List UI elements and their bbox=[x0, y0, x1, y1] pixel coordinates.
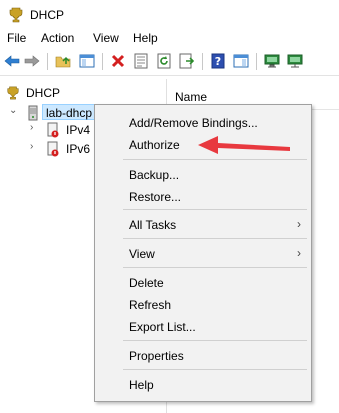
annotation-arrow-icon bbox=[198, 136, 290, 154]
menu-item-export-list[interactable]: Export List... bbox=[95, 317, 311, 337]
chevron-down-icon[interactable]: ⌄ bbox=[9, 105, 17, 116]
menu-separator bbox=[123, 159, 307, 160]
menu-action[interactable]: Action bbox=[41, 31, 74, 45]
ipv6-scope-icon bbox=[47, 141, 59, 157]
menu-separator bbox=[123, 369, 307, 370]
chevron-right-icon: › bbox=[297, 246, 301, 260]
tree-item-dhcp-root[interactable]: DHCP bbox=[0, 84, 160, 102]
menu-item-restore[interactable]: Restore... bbox=[95, 187, 311, 207]
up-folder-icon[interactable] bbox=[55, 53, 71, 69]
forward-arrow-icon[interactable] bbox=[24, 53, 40, 69]
menu-separator bbox=[123, 238, 307, 239]
toolbar: ? bbox=[0, 48, 339, 75]
server-icon bbox=[28, 105, 38, 121]
action-pane-icon[interactable] bbox=[233, 53, 249, 69]
tree-label: DHCP bbox=[26, 86, 61, 100]
menu-separator bbox=[123, 267, 307, 268]
ipv4-scope-icon bbox=[47, 122, 59, 138]
menu-item-delete[interactable]: Delete bbox=[95, 273, 311, 293]
menu-item-add-remove-bindings[interactable]: Add/Remove Bindings... bbox=[95, 113, 311, 133]
menu-separator bbox=[123, 209, 307, 210]
menu-item-all-tasks[interactable]: All Tasks › bbox=[95, 215, 311, 235]
chevron-right-icon[interactable]: › bbox=[30, 141, 33, 152]
menu-item-refresh[interactable]: Refresh bbox=[95, 295, 311, 315]
tree-label: IPv4 bbox=[66, 123, 91, 137]
monitor-network-icon[interactable] bbox=[287, 53, 303, 69]
tree-item-ipv6[interactable]: › IPv6 bbox=[0, 140, 94, 158]
export-list-icon[interactable] bbox=[179, 53, 195, 69]
menu-bar: File Action View Help bbox=[0, 30, 339, 48]
tree-label: IPv6 bbox=[66, 142, 91, 156]
menu-item-view[interactable]: View › bbox=[95, 244, 311, 264]
toolbar-separator bbox=[102, 53, 103, 70]
title-bar: DHCP bbox=[0, 0, 339, 30]
chevron-right-icon[interactable]: › bbox=[30, 122, 33, 133]
menu-file[interactable]: File bbox=[7, 31, 26, 45]
window-title: DHCP bbox=[30, 8, 65, 22]
menu-item-backup[interactable]: Backup... bbox=[95, 165, 311, 185]
monitor-icon[interactable] bbox=[264, 53, 280, 69]
back-arrow-icon[interactable] bbox=[4, 53, 20, 69]
tree-item-ipv4[interactable]: › IPv4 bbox=[0, 121, 94, 139]
toolbar-separator bbox=[202, 53, 203, 70]
toolbar-separator bbox=[256, 53, 257, 70]
svg-text:?: ? bbox=[215, 55, 221, 68]
menu-view[interactable]: View bbox=[93, 31, 119, 45]
menu-item-properties[interactable]: Properties bbox=[95, 346, 311, 366]
menu-help[interactable]: Help bbox=[133, 31, 158, 45]
trophy-icon bbox=[7, 86, 19, 100]
delete-x-icon[interactable] bbox=[110, 53, 126, 69]
refresh-icon[interactable] bbox=[156, 53, 172, 69]
tree-label: lab-dhcp bbox=[46, 106, 93, 120]
show-console-tree-icon[interactable] bbox=[79, 53, 95, 69]
column-header-name[interactable]: Name bbox=[175, 90, 207, 104]
properties-icon[interactable] bbox=[133, 53, 149, 69]
trophy-icon bbox=[9, 7, 23, 23]
menu-item-help[interactable]: Help bbox=[95, 375, 311, 395]
toolbar-separator bbox=[47, 53, 48, 70]
toolbar-divider bbox=[0, 75, 339, 76]
menu-separator bbox=[123, 340, 307, 341]
help-icon[interactable]: ? bbox=[210, 53, 226, 69]
chevron-right-icon: › bbox=[297, 217, 301, 231]
